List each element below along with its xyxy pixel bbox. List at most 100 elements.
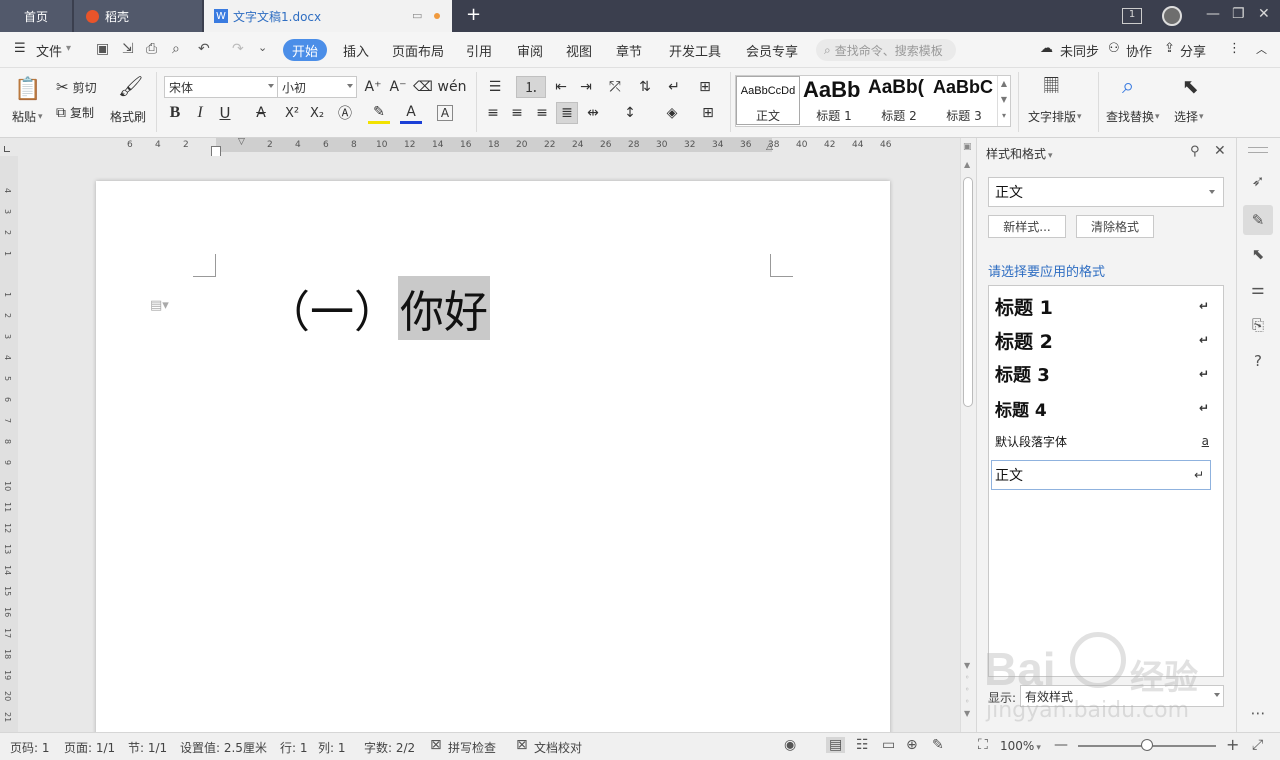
- clear-format-icon[interactable]: ⌫: [412, 76, 434, 98]
- bold-icon[interactable]: B: [164, 102, 186, 124]
- style-card-heading1[interactable]: AaBb 标题 1: [802, 77, 866, 124]
- align-right-icon[interactable]: ≡: [531, 102, 553, 124]
- list-item-selected[interactable]: 正文 ↵: [991, 460, 1211, 490]
- chevron-down-icon[interactable]: ▾: [66, 43, 71, 54]
- split-view-icon[interactable]: ▣: [963, 142, 972, 152]
- export-icon[interactable]: ⇲: [122, 41, 134, 57]
- fullscreen-icon[interactable]: ⤢: [1252, 737, 1263, 753]
- outline-view-icon[interactable]: ☷: [856, 737, 869, 753]
- paragraph-menu-icon[interactable]: ▤▾: [150, 298, 169, 313]
- tab-document[interactable]: W 文字文稿1.docx ▭: [204, 0, 452, 32]
- setting-value[interactable]: 设置值: 2.5厘米: [180, 739, 267, 756]
- zoom-level[interactable]: 100% ▾: [1000, 739, 1041, 753]
- redo-icon[interactable]: ↷: [232, 41, 244, 57]
- fit-page-icon[interactable]: ⛶: [978, 737, 988, 753]
- file-menu[interactable]: 文件: [36, 41, 62, 60]
- shrink-font-icon[interactable]: A⁻: [387, 76, 409, 98]
- more-vertical-icon[interactable]: ⋮: [1228, 41, 1241, 56]
- customize-icon[interactable]: ⌄: [258, 41, 267, 54]
- undo-icon[interactable]: ↶: [198, 41, 210, 57]
- shading-icon[interactable]: ◈: [658, 102, 686, 124]
- numbered-list-icon[interactable]: ⒈: [516, 76, 546, 98]
- select-cursor-icon[interactable]: ⬉: [1182, 74, 1199, 98]
- new-tab-button[interactable]: +: [466, 4, 481, 25]
- word-count[interactable]: 字数: 2/2: [364, 739, 415, 756]
- superscript-icon[interactable]: X²: [281, 102, 303, 124]
- style-card-normal[interactable]: AaBbCcDd 正文: [736, 76, 800, 125]
- tab-view[interactable]: 视图: [566, 41, 592, 60]
- page-count[interactable]: 页面: 1/1: [64, 739, 115, 756]
- list-item[interactable]: 标题 3 ↵: [995, 360, 1215, 388]
- font-color-icon[interactable]: A: [400, 102, 422, 124]
- scroll-nav-icons[interactable]: ▼ ◦ ◦ ◦ ▼: [964, 660, 970, 720]
- show-marks-icon[interactable]: ↵: [660, 76, 688, 98]
- italic-icon[interactable]: I: [189, 102, 211, 124]
- save-icon[interactable]: ▣: [96, 41, 109, 57]
- tab-stops-icon[interactable]: ⊞: [694, 76, 716, 98]
- scrollbar-thumb[interactable]: [963, 177, 973, 407]
- list-item[interactable]: 默认段落字体 a: [995, 430, 1215, 452]
- align-center-icon[interactable]: ≡: [506, 102, 528, 124]
- style-pen-icon[interactable]: ✎: [1243, 205, 1273, 235]
- list-item[interactable]: 标题 2 ↵: [995, 326, 1215, 354]
- share-button[interactable]: 分享: [1180, 41, 1206, 60]
- highlight-icon[interactable]: ✎: [368, 102, 390, 124]
- text-direction-icon[interactable]: ⇅: [634, 76, 656, 98]
- write-view-icon[interactable]: ✎: [932, 737, 944, 753]
- increase-indent-icon[interactable]: ⇥: [575, 76, 597, 98]
- tab-insert[interactable]: 插入: [343, 41, 369, 60]
- select-cursor-icon[interactable]: ⬉: [1247, 243, 1269, 265]
- tab-home[interactable]: 首页: [0, 0, 72, 32]
- print-icon[interactable]: ⎙: [146, 41, 157, 57]
- format-painter-icon[interactable]: 🖌: [118, 74, 143, 98]
- print-preview-icon[interactable]: ⌕: [172, 41, 180, 57]
- tab-developer[interactable]: 开发工具: [669, 41, 721, 60]
- text-layout-icon[interactable]: 𝄜: [1044, 74, 1059, 99]
- new-style-button[interactable]: 新样式...: [988, 215, 1066, 238]
- read-view-icon[interactable]: ▭: [882, 737, 895, 753]
- briefcase-icon[interactable]: ⎘: [1247, 314, 1269, 336]
- paste-button[interactable]: 粘贴 ▾: [12, 108, 43, 125]
- spell-check-button[interactable]: 拼写检查: [448, 739, 496, 756]
- panel-number-icon[interactable]: 1: [1122, 8, 1142, 24]
- page-number[interactable]: 页码: 1: [10, 739, 50, 756]
- zoom-slider-thumb[interactable]: [1141, 739, 1153, 751]
- grow-font-icon[interactable]: A⁺: [362, 76, 384, 98]
- current-style-select[interactable]: 正文: [988, 177, 1224, 207]
- command-search-input[interactable]: ⌕ 查找命令、搜索模板: [816, 39, 956, 61]
- clear-format-button[interactable]: 清除格式: [1076, 215, 1154, 238]
- subscript-icon[interactable]: X₂: [306, 102, 328, 124]
- rocket-icon[interactable]: ➶: [1247, 170, 1269, 192]
- style-card-heading2[interactable]: AaBb( 标题 2: [867, 77, 931, 124]
- close-icon[interactable]: ✕: [1258, 6, 1270, 22]
- bullet-list-icon[interactable]: ☰: [484, 76, 506, 98]
- section-count[interactable]: 节: 1/1: [128, 739, 167, 756]
- tab-start[interactable]: 开始: [283, 39, 327, 61]
- screen-icon[interactable]: ▭: [412, 9, 422, 22]
- collapse-ribbon-icon[interactable]: ︿: [1256, 41, 1267, 57]
- decrease-indent-icon[interactable]: ⇤: [550, 76, 572, 98]
- list-item[interactable]: 标题 1 ↵: [995, 292, 1215, 320]
- char-border-icon[interactable]: A: [437, 105, 453, 121]
- underline-icon[interactable]: U: [214, 102, 236, 124]
- list-item[interactable]: 标题 4 ↵: [995, 394, 1215, 422]
- scroll-up-icon[interactable]: ▲: [964, 160, 970, 169]
- font-size-select[interactable]: 小初: [277, 76, 357, 98]
- select-button[interactable]: 选择 ▾: [1174, 108, 1204, 125]
- find-icon[interactable]: ⌕: [1122, 74, 1134, 99]
- paste-icon[interactable]: 📋: [14, 74, 42, 104]
- adjust-icon[interactable]: ⚌: [1247, 278, 1269, 300]
- zoom-in-icon[interactable]: +: [1226, 735, 1239, 754]
- find-replace-button[interactable]: 查找替换 ▾: [1106, 108, 1160, 125]
- copy-button[interactable]: ⧉ 复制: [56, 104, 94, 121]
- first-line-indent-marker[interactable]: ▽: [238, 137, 245, 147]
- restore-icon[interactable]: ❐: [1232, 6, 1245, 22]
- cut-button[interactable]: ✂ 剪切: [56, 78, 97, 96]
- tab-references[interactable]: 引用: [466, 41, 492, 60]
- distributed-icon[interactable]: ⇹: [582, 102, 604, 124]
- phonetic-icon[interactable]: wén: [438, 76, 467, 98]
- style-pane-title[interactable]: 样式和格式 ▾: [986, 145, 1053, 162]
- style-card-heading3[interactable]: AaBbC 标题 3: [932, 77, 996, 124]
- collab-button[interactable]: 协作: [1126, 41, 1152, 60]
- text-effect-icon[interactable]: Ⓐ: [334, 102, 356, 124]
